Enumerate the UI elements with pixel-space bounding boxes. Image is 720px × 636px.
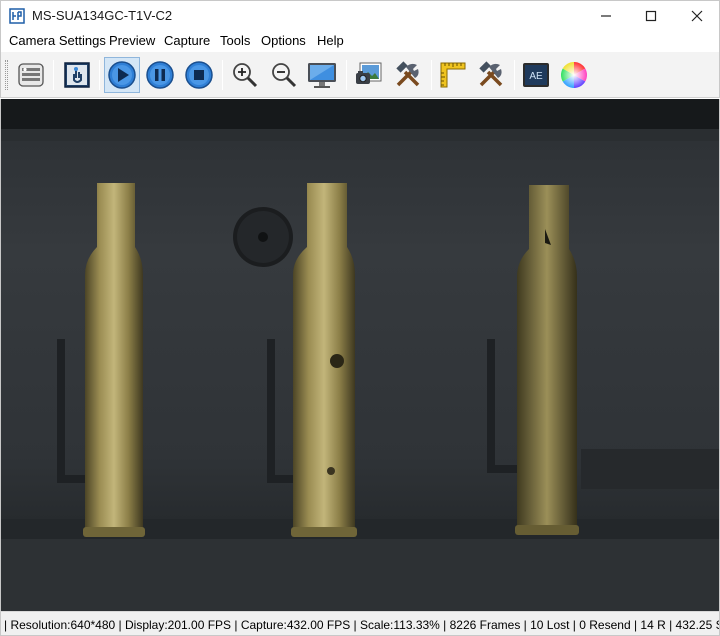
- play-button[interactable]: [104, 57, 140, 93]
- maximize-button[interactable]: [628, 1, 674, 31]
- camera-preview-image: [1, 99, 719, 611]
- color-button[interactable]: [556, 57, 592, 93]
- toolbar-grip[interactable]: [5, 60, 8, 90]
- auto-exposure-button[interactable]: AE: [518, 57, 554, 93]
- camera-list-button[interactable]: [13, 57, 49, 93]
- zoom-in-button[interactable]: [227, 57, 263, 93]
- window-title: MS-SUA134GC-T1V-C2: [32, 8, 173, 23]
- trigger-button[interactable]: [59, 57, 95, 93]
- menu-capture[interactable]: Capture: [164, 33, 210, 48]
- menu-help[interactable]: Help: [317, 33, 344, 48]
- close-icon: [691, 10, 703, 22]
- color-wheel-icon: [560, 62, 588, 88]
- display-button[interactable]: [304, 57, 340, 93]
- ruler-icon: [440, 62, 466, 88]
- snapshot-button[interactable]: [351, 57, 387, 93]
- settings-tools-2-button[interactable]: [473, 57, 509, 93]
- menu-preview[interactable]: Preview: [109, 33, 155, 48]
- status-text: | Resolution:640*480 | Display:201.00 FP…: [4, 618, 720, 632]
- ae-label: AE: [529, 71, 543, 82]
- stop-icon: [185, 61, 213, 89]
- tools-settings-icon: [396, 61, 420, 87]
- zoom-out-icon: [272, 63, 297, 88]
- zoom-in-icon: [233, 63, 258, 88]
- toolbar-separator: [53, 60, 54, 90]
- minimize-button[interactable]: [583, 1, 629, 31]
- zoom-out-button[interactable]: [266, 57, 302, 93]
- minimize-icon: [601, 15, 611, 17]
- toolbar-separator: [431, 60, 432, 90]
- menu-camera-settings[interactable]: Camera Settings: [9, 33, 106, 48]
- menu-tools[interactable]: Tools: [220, 33, 250, 48]
- trigger-hand-icon: [64, 62, 90, 88]
- menu-bar: Camera Settings Preview Capture Tools Op…: [0, 30, 720, 52]
- toolbar: AE: [0, 52, 720, 98]
- toolbar-separator: [514, 60, 515, 90]
- camera-preview[interactable]: [0, 99, 720, 611]
- ruler-button[interactable]: [435, 57, 471, 93]
- menu-options[interactable]: Options: [261, 33, 306, 48]
- maximize-icon: [645, 10, 657, 22]
- toolbar-separator: [222, 60, 223, 90]
- toolbar-separator: [99, 60, 100, 90]
- tools-settings-2-icon: [479, 61, 503, 87]
- snapshot-photo-icon: [356, 62, 382, 84]
- settings-tools-button[interactable]: [390, 57, 426, 93]
- close-button[interactable]: [674, 1, 720, 31]
- auto-exposure-icon: AE: [523, 63, 549, 87]
- app-icon: [9, 8, 25, 24]
- toolbar-separator: [346, 60, 347, 90]
- title-bar: MS-SUA134GC-T1V-C2: [0, 0, 720, 30]
- status-bar: | Resolution:640*480 | Display:201.00 FP…: [0, 611, 720, 636]
- camera-list-icon: [18, 63, 44, 87]
- pause-button[interactable]: [142, 57, 178, 93]
- play-icon: [108, 61, 136, 89]
- display-monitor-icon: [308, 63, 336, 88]
- pause-icon: [146, 61, 174, 89]
- stop-button[interactable]: [181, 57, 217, 93]
